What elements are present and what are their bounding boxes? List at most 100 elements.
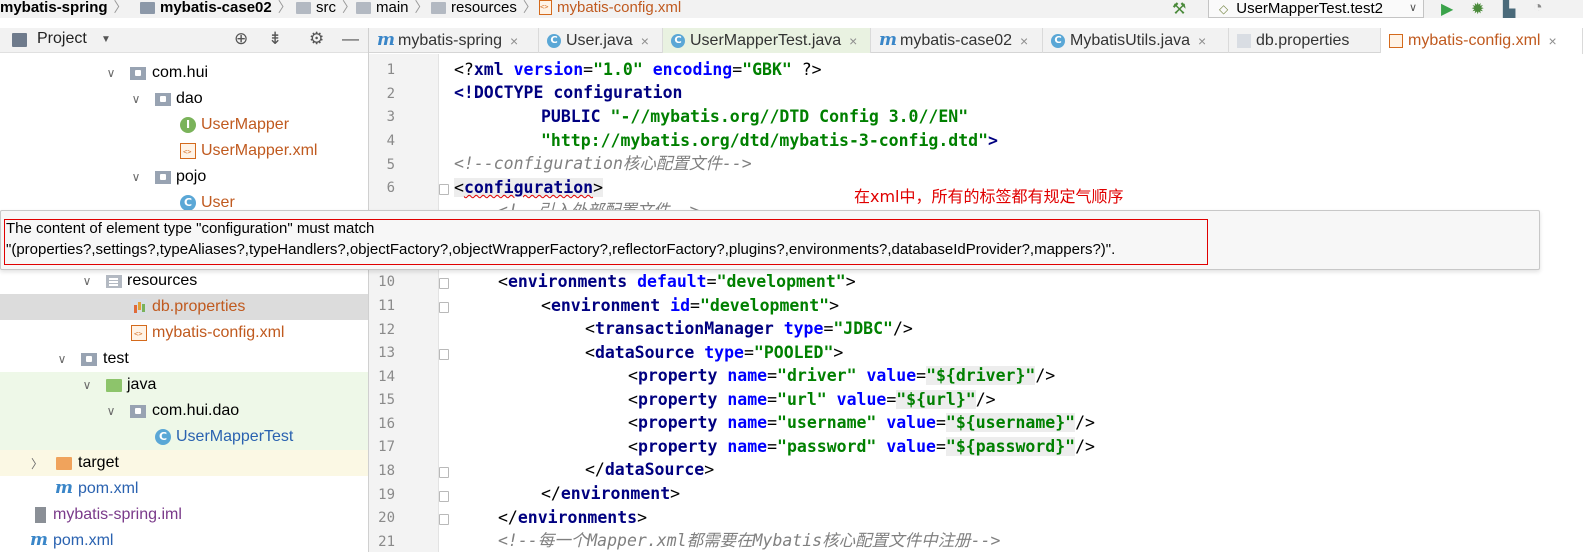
line-number: 17 [378,439,395,455]
resources-folder-icon [106,275,122,288]
breadcrumb-item-src[interactable]: src 〉 [296,0,356,18]
close-icon[interactable]: × [1020,33,1028,49]
token: name [727,437,768,456]
token: id [670,296,691,315]
breadcrumb-item-file[interactable]: mybatis-config.xml [538,0,681,18]
close-icon[interactable]: × [641,33,649,49]
close-icon[interactable]: × [510,33,518,49]
breadcrumb-item-project[interactable]: mybatis-spring 〉 [0,0,128,18]
token: /> [1035,366,1056,385]
tab-label: db.properties [1256,31,1350,49]
tree-item-resources[interactable]: ∨ resources [0,268,369,294]
breadcrumb-item-module[interactable]: mybatis-case02 〉 [140,0,292,18]
tree-item-java[interactable]: ∨ java [0,372,369,398]
tab-usermappertest-java[interactable]: C UserMapperTest.java × [663,28,871,53]
line-number: 6 [386,180,395,196]
fold-marker-icon[interactable] [439,467,449,478]
chevron-down-icon[interactable]: ∨ [104,66,118,80]
tab-mybatisutils-java[interactable]: C MybatisUtils.java × [1043,28,1229,53]
chevron-down-icon[interactable]: ∨ [129,92,143,106]
build-hammer-icon[interactable]: ⚒ [1172,0,1186,18]
tree-item-usermapper-xml[interactable]: UserMapper.xml [0,138,369,164]
chevron-down-icon[interactable]: ∨ [55,352,69,366]
run-configuration-selector[interactable]: ◇ UserMapperTest.test2 ∨ [1208,0,1424,18]
xml-file-icon [180,143,196,159]
project-panel-header: Project ▼ ⊕ ⇟ ⚙ — [0,28,369,53]
class-icon: C [1051,33,1065,48]
tree-item-test[interactable]: ∨ test [0,346,369,372]
profiler-icon[interactable]: ◔ [1533,0,1543,17]
fold-marker-icon[interactable] [439,514,449,525]
close-icon[interactable]: × [849,33,857,49]
tree-item-target[interactable]: 〉 target [0,450,369,476]
tree-item-mybatis-spring-iml[interactable]: mybatis-spring.iml [0,502,369,528]
tree-item-pojo[interactable]: ∨ pojo [0,164,369,190]
line-number: 3 [386,109,395,125]
tree-item-label: mybatis-spring.iml [53,506,182,523]
locate-file-icon[interactable]: ⊕ [234,29,248,49]
fold-marker-icon[interactable] [439,302,449,313]
chevron-right-icon: 〉 [113,0,128,15]
breadcrumb-item-resources[interactable]: resources 〉 [431,0,537,18]
tab-db-properties[interactable]: db.properties [1229,28,1381,53]
chevron-down-icon[interactable]: ∨ [80,274,94,288]
token: environments [517,508,638,527]
tree-item-usermappertest[interactable]: C UserMapperTest [0,424,369,450]
fold-marker-icon[interactable] [439,349,449,360]
hide-panel-icon[interactable]: — [342,29,359,49]
tree-item-mybatis-config-xml[interactable]: mybatis-config.xml [0,320,369,346]
code-line: <environment id="development"> [541,295,839,317]
chevron-down-icon[interactable]: ▼ [101,34,111,45]
properties-file-icon [1237,33,1251,48]
chevron-down-icon[interactable]: ∨ [80,378,94,392]
tree-item-label: pom.xml [53,532,114,549]
token: > [829,296,840,315]
tree-item-label: UserMapperTest [176,428,294,445]
tree-item-usermapper[interactable]: I UserMapper [0,112,369,138]
fold-marker-icon[interactable] [439,491,449,502]
project-panel-title[interactable]: Project [37,30,87,48]
tab-mybatis-case02[interactable]: m mybatis-case02 × [871,28,1043,53]
coverage-icon[interactable]: ▙ [1503,0,1515,18]
line-number: 4 [386,133,395,149]
tab-user-java[interactable]: C User.java × [539,28,663,53]
line-number: 5 [386,157,395,173]
debug-icon[interactable]: ✹ [1471,0,1484,18]
tree-item-db-properties[interactable]: db.properties [0,294,369,320]
tree-item-dao[interactable]: ∨ dao [0,86,369,112]
tree-item-com-hui-dao[interactable]: ∨ com.hui.dao [0,398,369,424]
tree-item-com-hui[interactable]: ∨ com.hui [0,60,369,86]
collapse-all-icon[interactable]: ⇟ [268,29,282,49]
close-icon[interactable]: × [1548,33,1556,49]
chevron-down-icon[interactable]: ∨ [129,170,143,184]
fold-marker-icon[interactable] [439,184,449,195]
token: = [823,319,834,338]
gear-icon[interactable]: ⚙ [309,29,324,49]
tab-mybatis-config-xml[interactable]: mybatis-config.xml × [1381,28,1583,54]
token: "JDBC" [833,319,893,338]
code-line: <configuration> [454,177,604,199]
tree-item-label: resources [127,272,198,289]
error-token: configuration [463,178,594,197]
tree-item-root-pom-xml[interactable]: m pom.xml [0,528,369,552]
run-icon[interactable]: ▶ [1441,0,1453,18]
breadcrumb-label: src [316,0,336,16]
code-line: </dataSource> [585,459,714,481]
chevron-right-icon[interactable]: 〉 [30,455,44,472]
chevron-down-icon[interactable]: ∨ [104,404,118,418]
code-line: <environments default="development"> [498,271,856,293]
tab-mybatis-spring[interactable]: m mybatis-spring × [369,28,539,53]
token: transactionManager [594,319,784,338]
token: "GBK" [742,60,792,79]
tab-label: User.java [566,31,633,49]
token: = [732,60,743,79]
breadcrumb-item-main[interactable]: main 〉 [356,0,429,18]
fold-marker-icon[interactable] [439,278,449,289]
close-icon[interactable]: × [1198,33,1206,49]
code-comment-partial: <!--引入外部配置文件--> [498,200,700,210]
tree-item-pom-xml[interactable]: m pom.xml [0,476,369,502]
token: PUBLIC [541,107,611,126]
test-sources-folder-icon [106,379,122,392]
error-tooltip: The content of element type "configurati… [0,210,1540,270]
